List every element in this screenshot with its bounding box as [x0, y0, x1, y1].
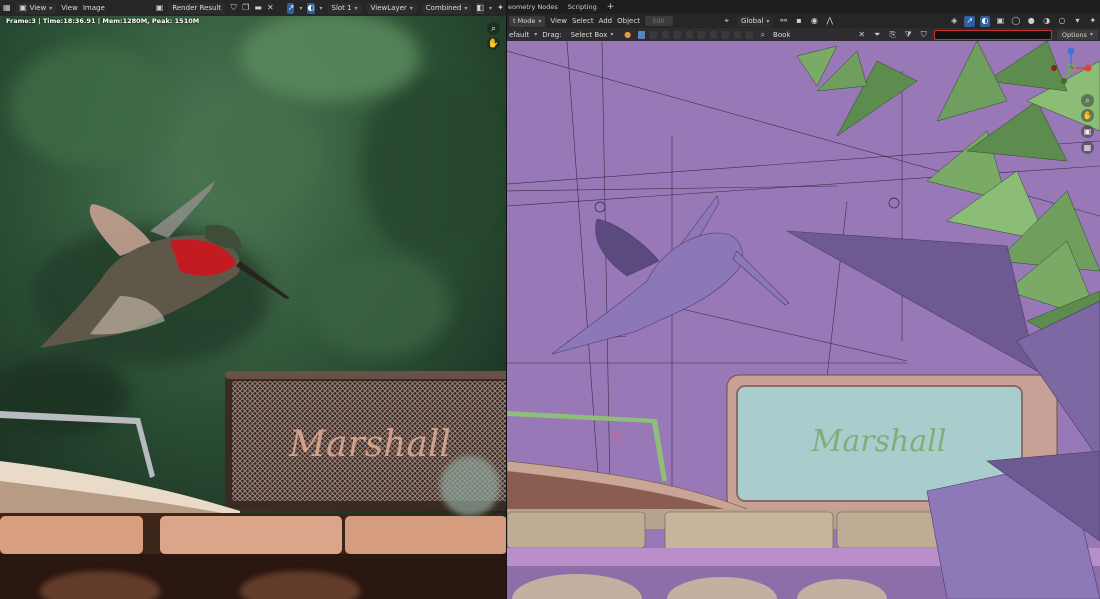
rendered-shading-icon[interactable]: ○ — [1057, 16, 1067, 27]
view-layer-dropdown[interactable]: ViewLayer ▾ — [366, 2, 417, 14]
options-dropdown[interactable]: Options ▾ — [1056, 29, 1098, 40]
3d-viewport-scene[interactable]: Marshall — [507, 41, 1100, 599]
filter-icon[interactable]: ⏷ — [872, 29, 882, 40]
zoom-icon[interactable]: ⌕ — [1081, 94, 1094, 107]
viewport-header: t Mode ▾ View Select Add Object Edit ⌖ G… — [507, 14, 1100, 28]
outliner-search-value[interactable]: Book — [773, 31, 851, 39]
new-image-icon[interactable]: ❐ — [242, 3, 249, 14]
render-result-image: Marshall — [0, 16, 507, 599]
svg-text:Marshall: Marshall — [811, 424, 947, 459]
pass-dropdown[interactable]: Combined ▾ — [421, 2, 472, 14]
transform-orientation-dropdown[interactable]: Global ▾ — [737, 15, 774, 27]
visibility-icon[interactable]: ◈ — [949, 16, 959, 27]
menu-view[interactable]: View — [550, 17, 567, 25]
image-name-field[interactable]: Render Result — [168, 2, 226, 14]
render-frame-info: Frame:3 | Time:18:36.91 | Mem:1280M, Pea… — [6, 17, 200, 25]
chevron-down-icon: ▾ — [1089, 31, 1093, 38]
interaction-mode-dropdown[interactable]: t Mode ▾ — [509, 15, 546, 27]
drag-label: Drag: — [542, 30, 562, 39]
filter-a[interactable] — [697, 30, 705, 39]
navigation-gizmo[interactable] — [1047, 44, 1095, 92]
preset-label[interactable]: efault — [509, 31, 529, 39]
close-icon[interactable]: ✕ — [267, 3, 274, 14]
shield-icon[interactable]: ⛉ — [230, 3, 237, 14]
overlay-icon[interactable]: ◐ — [979, 15, 991, 27]
filter-c[interactable] — [721, 30, 729, 39]
tab-geometry-nodes[interactable]: eometry Nodes — [508, 3, 558, 11]
wireframe-shading-icon[interactable]: ◯ — [1011, 16, 1021, 27]
gizmo-icon[interactable]: ↗ — [287, 2, 295, 14]
name-field[interactable] — [933, 29, 1052, 40]
menu-view[interactable]: View — [61, 4, 78, 12]
select-mode-extend[interactable] — [649, 30, 657, 39]
funnel-icon[interactable]: ⧩ — [903, 29, 913, 40]
display-channels-icon[interactable]: ◧ — [476, 2, 484, 14]
transform-orientation-icon: ⌖ — [724, 16, 730, 25]
proportional-edit-icon[interactable]: ◉ — [809, 16, 819, 27]
menu-image[interactable]: Image — [83, 4, 105, 12]
chevron-down-icon[interactable]: ▾ — [299, 5, 302, 12]
menu-add[interactable]: Add — [599, 17, 613, 25]
add-workspace-button[interactable]: + — [607, 2, 615, 12]
sparkle-icon[interactable]: ✦ — [497, 3, 504, 14]
filter-e[interactable] — [745, 30, 753, 39]
filter-d[interactable] — [733, 30, 741, 39]
gizmo-icon[interactable]: ↗ — [964, 15, 975, 27]
solid-shading-icon[interactable]: ● — [1026, 16, 1036, 27]
xray-icon[interactable]: ▣ — [995, 16, 1005, 27]
tab-scripting[interactable]: Scripting — [568, 3, 597, 11]
view-icon: ▣ — [19, 3, 27, 12]
filter-b[interactable] — [709, 30, 717, 39]
image-editor-header: ▦ ▣ View ▾ View Image ▣ Render Result ⛉ … — [0, 0, 507, 16]
snap-icon[interactable]: ▪ — [794, 16, 804, 27]
chevron-down-icon[interactable]: ▾ — [320, 5, 323, 12]
open-folder-icon[interactable]: ▬ — [254, 3, 262, 14]
material-shading-icon[interactable]: ◑ — [1041, 16, 1051, 27]
chevron-down-icon: ▾ — [538, 17, 542, 25]
hand-icon[interactable]: ✋ — [487, 37, 500, 50]
image-editor: Marshall ▦ ▣ View ▾ View Image ▣ Render — [0, 0, 507, 599]
chevron-down-icon: ▾ — [610, 31, 614, 38]
3d-viewport-area: Marshall eometry Nodes Scripting + t Mod… — [507, 0, 1100, 599]
tool-settings-header: efault ▾ Drag: Select Box ▾ ● ⌕ Book ✕ ⏷… — [507, 28, 1100, 41]
select-mode-new[interactable] — [637, 30, 645, 39]
menu-select[interactable]: Select — [572, 17, 594, 25]
camera-icon[interactable]: ▣ — [1081, 125, 1094, 138]
select-mode-intersect[interactable] — [685, 30, 693, 39]
close-icon[interactable]: ✕ — [857, 29, 867, 40]
search-icon: ⌕ — [760, 29, 766, 39]
select-mode-subtract[interactable] — [661, 30, 669, 39]
pivot-icon[interactable]: ⚯ — [778, 16, 788, 27]
new-collection-icon[interactable]: ⎘ — [887, 29, 897, 40]
editor-type-icon[interactable]: ▦ — [3, 3, 11, 14]
view-dropdown[interactable]: ▣ View ▾ — [15, 2, 57, 14]
perspective-icon[interactable]: ▦ — [1081, 141, 1094, 154]
shield-icon[interactable]: ⛉ — [918, 29, 928, 40]
chevron-down-icon: ▾ — [464, 4, 468, 12]
zoom-icon[interactable]: ⌕ — [487, 22, 500, 35]
edit-button[interactable]: Edit — [644, 16, 673, 26]
hand-icon[interactable]: ✋ — [1081, 109, 1094, 122]
select-mode-invert[interactable] — [673, 30, 681, 39]
shading-options-icon[interactable]: ▾ — [1072, 16, 1082, 27]
image-browse-icon[interactable]: ▣ — [156, 3, 164, 14]
color-wheel-icon[interactable]: ● — [622, 29, 632, 40]
workspace-tabs: eometry Nodes Scripting + — [507, 0, 1100, 14]
overlay-icon[interactable]: ◐ — [307, 2, 315, 14]
menu-object[interactable]: Object — [617, 17, 640, 25]
chevron-down-icon: ▾ — [49, 4, 53, 12]
chevron-down-icon: ▾ — [766, 17, 770, 25]
svg-text:Marshall: Marshall — [288, 424, 451, 465]
chevron-down-icon[interactable]: ▾ — [534, 31, 537, 38]
chevron-down-icon[interactable]: ▾ — [489, 5, 492, 12]
sparkle-icon[interactable]: ✦ — [1088, 16, 1098, 27]
chevron-down-icon: ▾ — [354, 4, 358, 12]
chevron-down-icon: ▾ — [409, 4, 413, 12]
falloff-icon[interactable]: ⋀ — [825, 16, 835, 27]
drag-mode-dropdown[interactable]: Select Box ▾ — [566, 29, 618, 40]
slot-dropdown[interactable]: Slot 1 ▾ — [327, 2, 362, 14]
